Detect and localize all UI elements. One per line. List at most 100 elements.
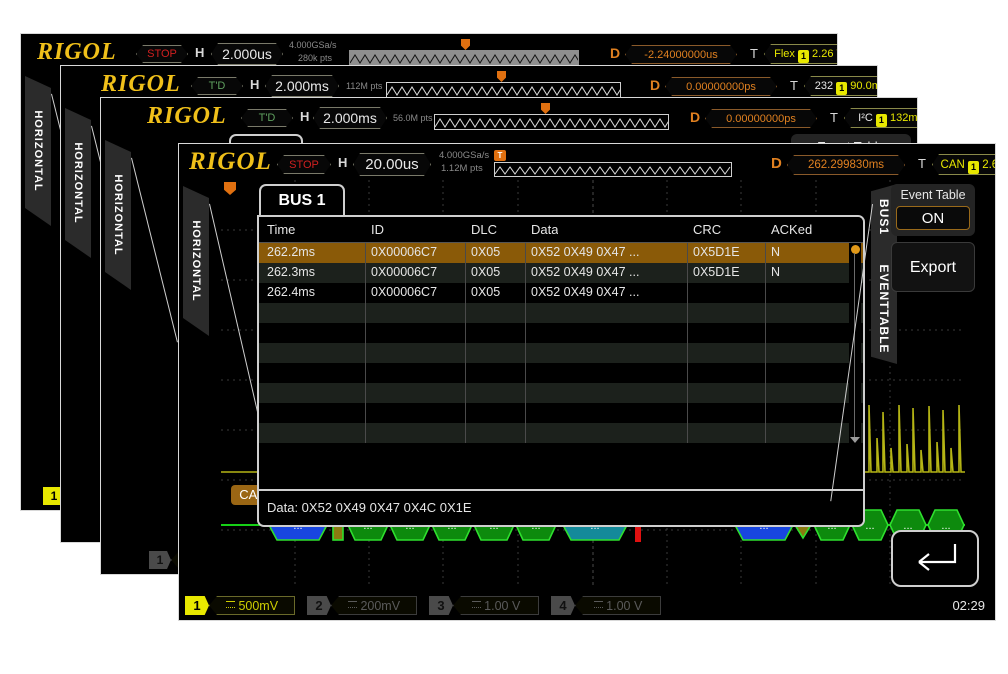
coupling-dc-icon-1 [225,601,235,608]
export-button[interactable]: Export [891,242,975,292]
event-table-footer: Data: 0X52 0X49 0X47 0X4C 0X1E [259,489,863,525]
trigger-1-channel: 1 [798,50,809,63]
bottom-channel-3-num[interactable]: 1 [149,551,171,569]
sidebar-tab-horizontal-3-label: HORIZONTAL [112,174,124,256]
minimap-3[interactable] [434,114,669,130]
bottom-channel-1-scale[interactable]: 500mV [209,596,295,615]
event-table-menu-title: Event Table [900,188,966,202]
coupling-dc-icon-3 [471,601,481,608]
timebase-2[interactable]: 2.000ms [265,75,339,97]
front-delay[interactable]: 262.299830ms [787,155,905,175]
sidebar-tab-horizontal-front[interactable]: HORIZONTAL [183,186,209,336]
table-row[interactable]: 262.2ms 0X00006C7 0X05 0X52 0X49 0X47 ..… [259,243,863,263]
bottom-channel-4-scale-value: 1.00 V [606,599,643,613]
table-row[interactable] [259,423,863,443]
event-table-menu-box[interactable]: Event Table ON [891,184,975,236]
cell-dlc: 0X05 [471,285,501,299]
trigger-2-channel: 1 [836,82,847,95]
column-header-acked: ACKed [771,222,813,237]
event-table-tab[interactable]: BUS 1 [259,184,345,216]
minimap-2[interactable] [386,82,621,98]
h-prefix-1: H [195,45,205,60]
cell-dlc: 0X05 [471,265,501,279]
run-state-3[interactable]: T'D [241,109,293,127]
sidebar-tab-horizontal-3[interactable]: HORIZONTAL [105,140,131,290]
rigol-logo-front: RIGOL [189,148,272,175]
export-button-label: Export [909,259,957,276]
window-3-header: RIGOL T'D H 2.000ms 56.0M pts D 0.000000… [101,98,917,134]
table-row[interactable]: 262.3ms 0X00006C7 0X05 0X52 0X49 0X47 ..… [259,263,863,283]
scrollbar-thumb[interactable] [851,245,860,254]
delay-1[interactable]: -2.24000000us [625,45,737,64]
run-state-1[interactable]: STOP [136,45,188,63]
t-prefix-2: T [790,78,798,93]
front-trigger-type: CAN [940,159,965,171]
front-trigger[interactable]: CAN 1 2.62 V [932,154,996,175]
sidebar-tab-horizontal-1[interactable]: HORIZONTAL [25,76,51,226]
event-table-body[interactable]: Time ID DLC Data CRC ACKed 262.2ms 0X000… [257,215,865,527]
bottom-channel-4-scale[interactable]: 1.00 V [575,596,661,615]
cell-id: 0X00006C7 [371,285,438,299]
event-table-footer-text: Data: 0X52 0X49 0X47 0X4C 0X1E [267,500,472,515]
sidebar-tab-horizontal-1-label: HORIZONTAL [32,110,44,192]
table-row[interactable] [259,363,863,383]
front-timebase[interactable]: 20.00us [353,153,431,176]
bottom-channel-1[interactable]: 1 [185,596,209,615]
rigol-logo-1: RIGOL [37,39,117,65]
delay-2[interactable]: 0.00000000ps [665,77,777,96]
sidebar-tab-horizontal-2-label: HORIZONTAL [72,142,84,224]
enter-button[interactable] [891,530,979,587]
trigger-2[interactable]: 232 1 90.0mV [804,76,878,96]
table-row[interactable] [259,343,863,363]
d-prefix-3: D [690,109,701,125]
bottom-channel-3[interactable]: 3 [429,596,453,615]
trigger-3-level: 132mV [889,112,918,124]
enter-arrow-icon [918,544,957,571]
table-row[interactable] [259,303,863,323]
column-header-time: Time [267,222,296,237]
bottom-channel-3-scale[interactable]: 1.00 V [453,596,539,615]
run-state-2[interactable]: T'D [191,77,243,95]
cell-id: 0X00006C7 [371,265,438,279]
right-vertical-tab-bus: BUS1 [877,198,891,236]
front-t-prefix: T [918,156,926,171]
timebase-1[interactable]: 2.000us [211,43,283,65]
timebase-3[interactable]: 2.000ms [313,107,387,129]
front-minimap[interactable] [494,162,732,177]
event-table-tab-label: BUS 1 [278,192,326,209]
run-state-2-label: T'D [208,80,226,92]
scrollbar-down-arrow[interactable] [850,437,860,443]
memdepth-2: 112M pts [346,81,383,91]
samplerate-1: 4.000GSa/s [289,40,337,50]
front-timebase-value: 20.00us [365,156,419,173]
front-run-state[interactable]: STOP [277,155,331,174]
column-header-crc: CRC [693,222,722,237]
event-table-toggle[interactable]: ON [896,206,970,230]
sidebar-tab-horizontal-2[interactable]: HORIZONTAL [65,108,91,258]
trigger-1-level: 2.26 V [812,48,834,60]
trigger-1[interactable]: Flex 1 2.26 V [764,44,838,64]
bottom-channel-4[interactable]: 4 [551,596,575,615]
minimap-1-wave [350,54,578,64]
event-table-scrollbar[interactable] [849,243,861,443]
d-prefix-1: D [610,45,621,61]
oscilloscope-screenshot: RIGOL STOP H 2.000us 4.000GSa/s 280k pts… [0,0,1008,674]
table-row[interactable] [259,323,863,343]
cell-time: 262.2ms [267,245,315,259]
timebase-2-value: 2.000ms [275,78,329,94]
table-row[interactable] [259,403,863,423]
trigger-3[interactable]: I²C 1 132mV [844,108,918,128]
scope-window-front[interactable]: RIGOL STOP H 20.00us 4.000GSa/s 1.12M pt… [178,143,996,621]
bottom-channel-2-scale[interactable]: 200mV [331,596,417,615]
front-h-prefix: H [338,155,348,170]
minimap-1[interactable] [349,50,579,66]
bottom-channel-2[interactable]: 2 [307,596,331,615]
column-header-id: ID [371,222,384,237]
cell-data: 0X52 0X49 0X47 ... [531,245,640,259]
table-row[interactable]: 262.4ms 0X00006C7 0X05 0X52 0X49 0X47 ..… [259,283,863,303]
trigger-3-type: I²C [858,112,873,124]
delay-3[interactable]: 0.00000000ps [705,109,817,128]
rigol-logo-2: RIGOL [101,71,181,97]
rigol-logo-3: RIGOL [147,103,227,129]
table-row[interactable] [259,383,863,403]
